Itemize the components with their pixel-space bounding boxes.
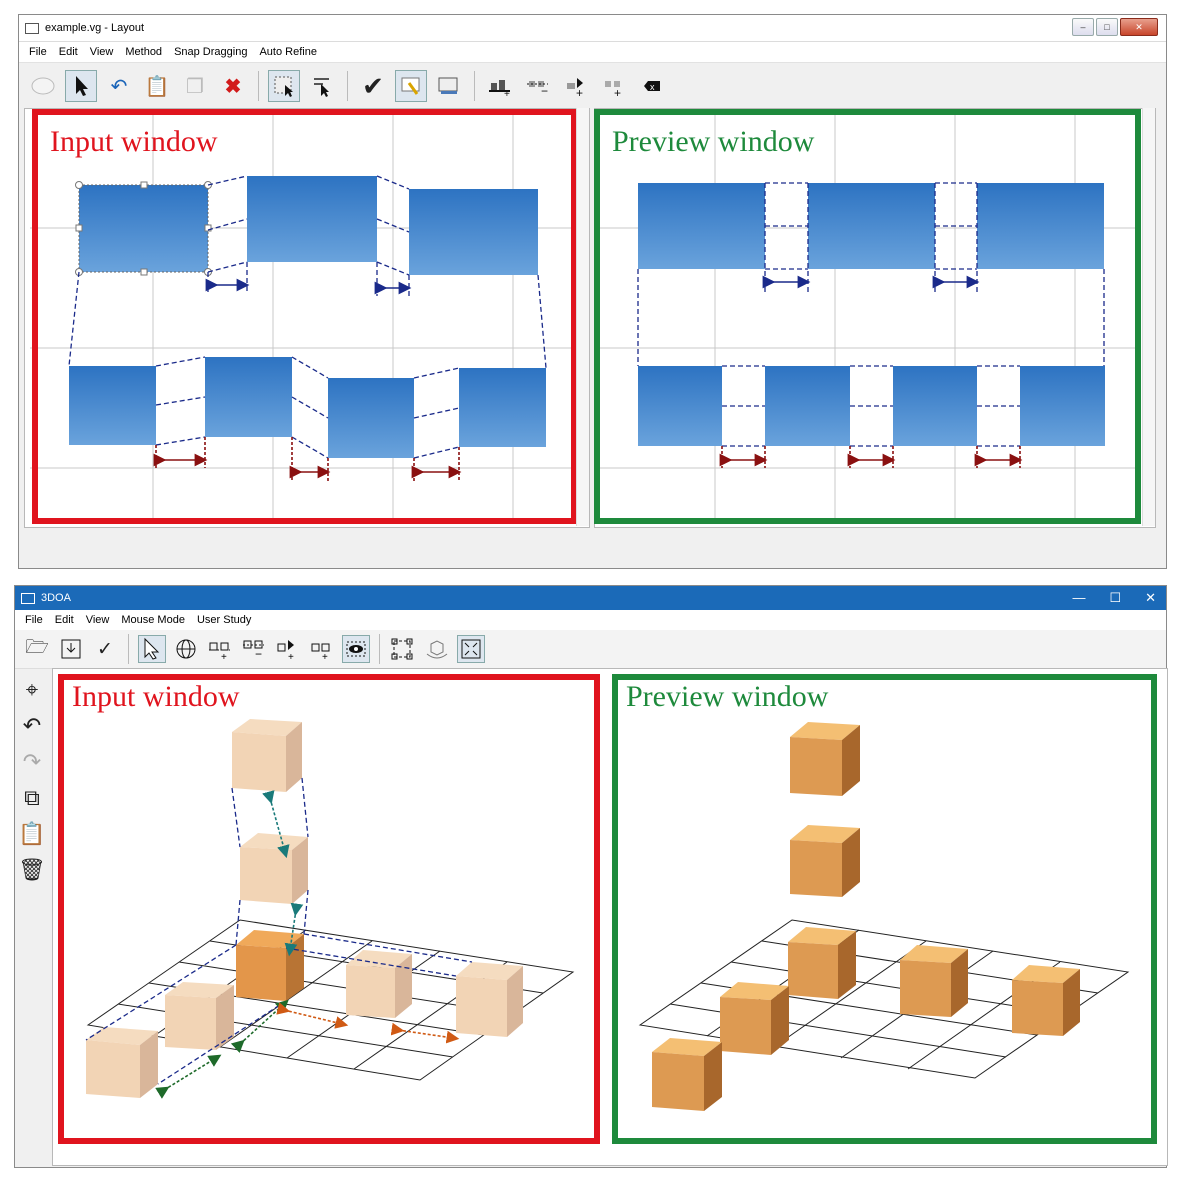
preview-3d-window-frame [612,674,1157,1144]
input-window-label: Input window [72,680,240,713]
input-3d-window-frame [58,674,600,1144]
preview-window-label: Preview window [626,680,829,713]
